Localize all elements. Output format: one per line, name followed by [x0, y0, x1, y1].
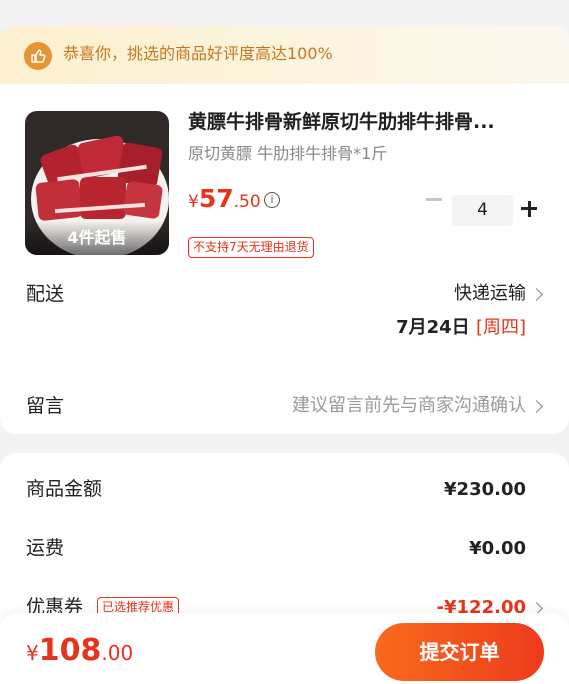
min-order-badge: 4件起售: [25, 221, 169, 255]
product-price: ¥57.50: [188, 184, 261, 213]
product-title[interactable]: 黄膘牛排骨新鲜原切牛肋排牛排骨...: [188, 109, 548, 135]
goods-amount-value: ¥230.00: [444, 479, 526, 500]
delivery-label: 配送: [26, 283, 65, 305]
message-label: 留言: [26, 395, 65, 417]
chevron-right-icon[interactable]: [530, 288, 543, 301]
total-currency: ¥: [26, 641, 39, 665]
message-input[interactable]: 建议留言前先与商家沟通确认: [292, 394, 526, 418]
checkout-bar: ¥108.00 提交订单: [0, 613, 569, 684]
submit-order-button[interactable]: 提交订单: [375, 623, 544, 681]
total-integer: 108: [38, 633, 102, 668]
goods-amount-label: 商品金额: [26, 478, 103, 500]
minus-icon[interactable]: [426, 198, 442, 201]
price-integer: 57: [198, 184, 234, 213]
plus-icon[interactable]: [521, 201, 537, 217]
product-spec[interactable]: 原切黄膘 牛肋排牛排骨*1斤: [188, 143, 387, 165]
shipping-value: ¥0.00: [469, 538, 526, 559]
no-return-tag: 不支持7天无理由退货: [188, 237, 314, 258]
delivery-date-line: 7月24日 [周四]: [396, 316, 526, 340]
total-price: ¥108.00: [26, 633, 133, 668]
thumbs-up-icon: [24, 42, 52, 70]
delivery-method[interactable]: 快递运输: [454, 282, 526, 306]
info-icon[interactable]: i: [264, 192, 280, 208]
price-decimal: .50: [233, 192, 261, 212]
delivery-weekday: [周四]: [475, 317, 526, 338]
praise-banner: 恭喜你，挑选的商品好评度高达100%: [0, 26, 569, 84]
quantity-stepper[interactable]: 4: [452, 195, 513, 226]
meat-piece: [122, 180, 164, 220]
delivery-date: 7月24日: [396, 317, 470, 338]
praise-text: 恭喜你，挑选的商品好评度高达100%: [63, 44, 333, 63]
total-decimal: .00: [101, 641, 134, 665]
price-currency: ¥: [188, 192, 199, 212]
meat-piece: [80, 177, 126, 219]
product-image[interactable]: 4件起售: [25, 111, 169, 255]
chevron-right-icon[interactable]: [530, 400, 543, 413]
order-item-card: 4件起售 黄膘牛排骨新鲜原切牛肋排牛排骨... 原切黄膘 牛肋排牛排骨*1斤 ¥…: [0, 84, 569, 434]
shipping-label: 运费: [26, 537, 65, 559]
meat-piece: [35, 178, 83, 222]
